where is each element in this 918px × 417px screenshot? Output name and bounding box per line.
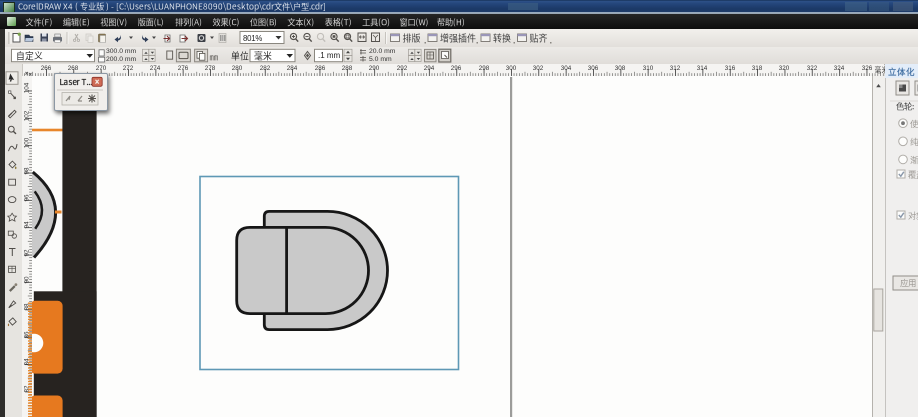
svg-text:298: 298 (479, 65, 490, 72)
svg-text:268: 268 (68, 65, 79, 72)
svg-text:300: 300 (506, 65, 517, 72)
svg-text:296: 296 (451, 65, 462, 72)
svg-text:326: 326 (862, 65, 873, 72)
svg-text:274: 274 (150, 65, 161, 72)
svg-text:276: 276 (178, 65, 189, 72)
svg-text:306: 306 (588, 65, 599, 72)
svg-text:294: 294 (424, 65, 435, 72)
svg-text:266: 266 (41, 65, 52, 72)
svg-text:312: 312 (670, 65, 681, 72)
svg-text:290: 290 (369, 65, 380, 72)
svg-text:286: 286 (315, 65, 326, 72)
svg-text:288: 288 (342, 65, 353, 72)
svg-text:302: 302 (533, 65, 544, 72)
svg-text:278: 278 (205, 65, 216, 72)
svg-text:280: 280 (232, 65, 243, 72)
svg-text:322: 322 (807, 65, 818, 72)
svg-text:320: 320 (779, 65, 790, 72)
svg-text:308: 308 (615, 65, 626, 72)
svg-text:272: 272 (123, 65, 134, 72)
svg-text:304: 304 (561, 65, 572, 72)
svg-text:324: 324 (834, 65, 845, 72)
svg-text:318: 318 (752, 65, 763, 72)
svg-text:316: 316 (725, 65, 736, 72)
svg-text:314: 314 (697, 65, 708, 72)
svg-text:284: 284 (287, 65, 298, 72)
svg-text:310: 310 (643, 65, 654, 72)
svg-text:270: 270 (96, 65, 107, 72)
svg-text:282: 282 (260, 65, 271, 72)
svg-text:292: 292 (397, 65, 408, 72)
